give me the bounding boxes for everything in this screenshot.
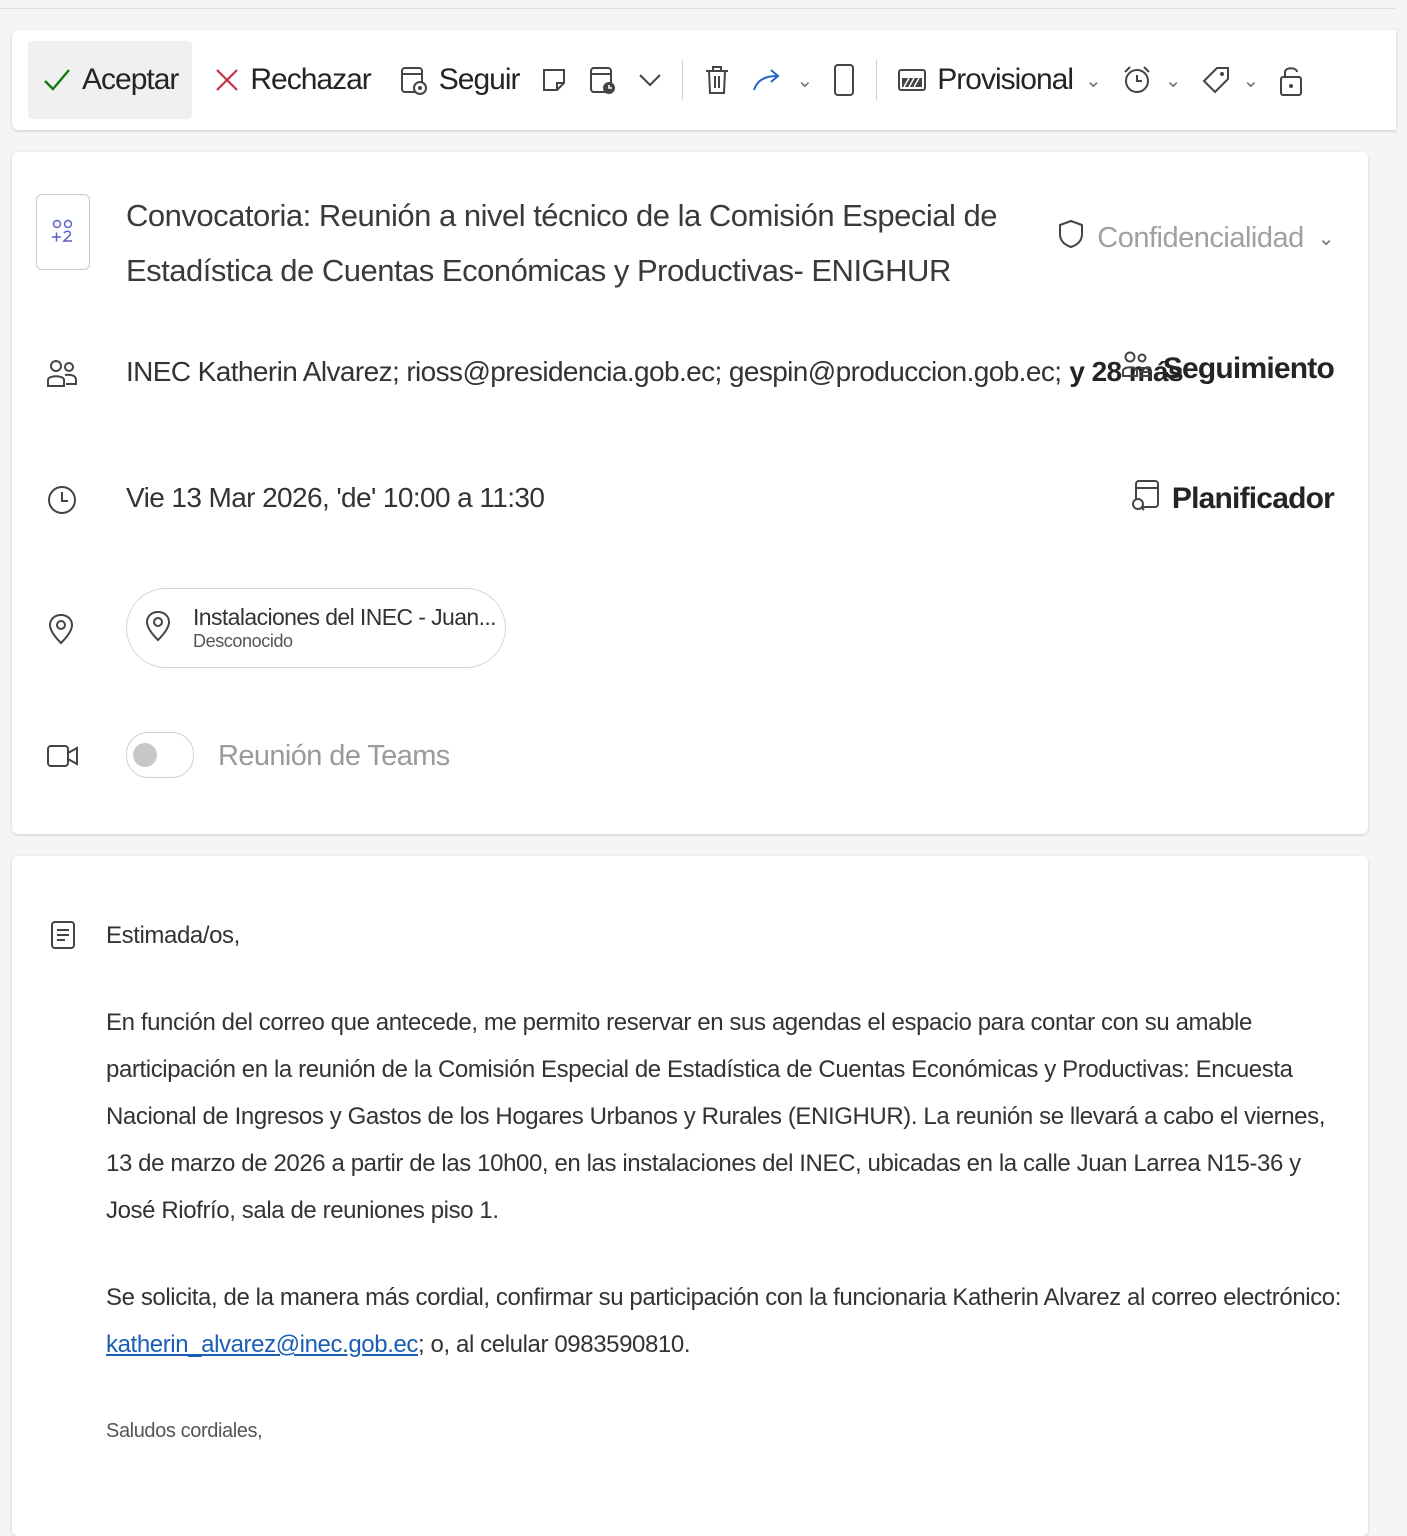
tracking-people-icon: [1121, 350, 1153, 388]
chevron-down-icon: ⌄: [1085, 69, 1102, 92]
top-divider: [0, 8, 1396, 9]
forward-arrow-icon: [751, 66, 785, 94]
location-title: Instalaciones del INEC - Juan...: [193, 604, 497, 630]
shield-icon: [1057, 218, 1085, 258]
private-button[interactable]: [1268, 41, 1314, 119]
tracking-button[interactable]: Seguimiento: [1121, 350, 1335, 388]
forward-button[interactable]: ⌄: [741, 41, 823, 119]
message-body-card: Estimada/os, En función del correo que a…: [12, 856, 1368, 1536]
body-paragraph-1: En función del correo que antecede, me p…: [106, 1009, 1325, 1224]
teams-meeting-label: Reunión de Teams: [218, 740, 450, 772]
delete-button[interactable]: [693, 41, 741, 119]
close-icon: [214, 67, 240, 93]
location-pin-icon: [143, 609, 173, 648]
chevron-down-icon: ⌄: [1164, 69, 1182, 92]
more-options-dropdown[interactable]: [628, 41, 672, 119]
lock-icon: [1278, 63, 1304, 97]
meeting-toolbar: Aceptar Rechazar Seguir ⌄ Provisional ⌄ …: [12, 30, 1396, 130]
confidentiality-label: Confidencialidad: [1097, 221, 1304, 254]
event-subject: Convocatoria: Reunión a nivel técnico de…: [126, 198, 997, 288]
planner-button[interactable]: Planificador: [1130, 478, 1335, 520]
toolbar-divider: [876, 60, 878, 100]
status-label: Provisional: [937, 63, 1074, 96]
body-greeting: Estimada/os,: [106, 922, 240, 949]
category-dropdown[interactable]: ⌄: [1191, 41, 1269, 119]
follow-button[interactable]: Seguir: [389, 41, 530, 119]
toolbar-divider: [681, 60, 683, 100]
phone-icon: [832, 63, 856, 97]
calendar-clock-icon: [588, 64, 618, 96]
video-camera-icon: [46, 742, 80, 775]
message-body: Estimada/os, En función del correo que a…: [106, 912, 1346, 1455]
checkmark-icon: [42, 65, 72, 95]
paragraph-2-prefix: Se solicita, de la manera más cordial, c…: [106, 1284, 1342, 1311]
location-status: Desconocido: [193, 631, 293, 651]
location-pin-icon: [46, 612, 76, 651]
reminder-dropdown[interactable]: ⌄: [1111, 41, 1191, 119]
reminder-calendar-button[interactable]: [578, 41, 628, 119]
event-details-card: Convocatoria: Reunión a nivel técnico de…: [12, 152, 1368, 834]
teams-meeting-toggle[interactable]: [126, 732, 194, 778]
decline-button[interactable]: Rechazar: [204, 41, 380, 119]
event-datetime: Vie 13 Mar 2026, 'de' 10:00 a 11:30: [126, 482, 545, 513]
status-dropdown[interactable]: Provisional ⌄: [887, 41, 1111, 119]
status-icon: [897, 67, 927, 93]
note-button[interactable]: [530, 41, 578, 119]
chevron-down-icon: ⌄: [1242, 69, 1260, 92]
calendar-follow-icon: [399, 64, 429, 96]
attendees-list[interactable]: INEC Katherin Alvarez; rioss@presidencia…: [126, 356, 1184, 388]
planner-label: Planificador: [1171, 482, 1335, 515]
chevron-down-icon: ⌄: [796, 69, 814, 92]
device-view-button[interactable]: [822, 41, 866, 119]
chevron-down-icon: [638, 72, 662, 88]
follow-label: Seguir: [438, 63, 521, 96]
trash-icon: [703, 64, 731, 96]
notes-icon: [50, 920, 76, 955]
body-closing: Saludos cordiales,: [106, 1420, 263, 1442]
accept-button[interactable]: Aceptar: [28, 41, 193, 119]
attendees-text: INEC Katherin Alvarez; rioss@presidencia…: [126, 356, 1062, 387]
chevron-down-icon: ⌄: [1317, 227, 1335, 250]
clock-icon: [46, 484, 78, 521]
location-chip[interactable]: Instalaciones del INEC - Juan... Descono…: [126, 588, 506, 668]
accept-label: Aceptar: [82, 63, 179, 96]
confidentiality-dropdown[interactable]: Confidencialidad ⌄: [1057, 218, 1335, 258]
body-paragraph-2: Se solicita, de la manera más cordial, c…: [106, 1274, 1346, 1368]
decline-label: Rechazar: [250, 63, 371, 96]
tag-icon: [1201, 65, 1231, 95]
toggle-knob: [133, 743, 157, 767]
people-icon: [46, 358, 78, 395]
paragraph-2-suffix: ; o, al celular 0983590810.: [418, 1331, 691, 1358]
email-link[interactable]: katherin_alvarez@inec.gob.ec: [106, 1331, 418, 1358]
sticky-note-icon: [540, 66, 568, 94]
alarm-clock-icon: [1121, 64, 1153, 96]
tracking-label: Seguimiento: [1162, 352, 1335, 385]
planner-icon: [1130, 478, 1162, 520]
calendar-icon: [36, 194, 90, 270]
